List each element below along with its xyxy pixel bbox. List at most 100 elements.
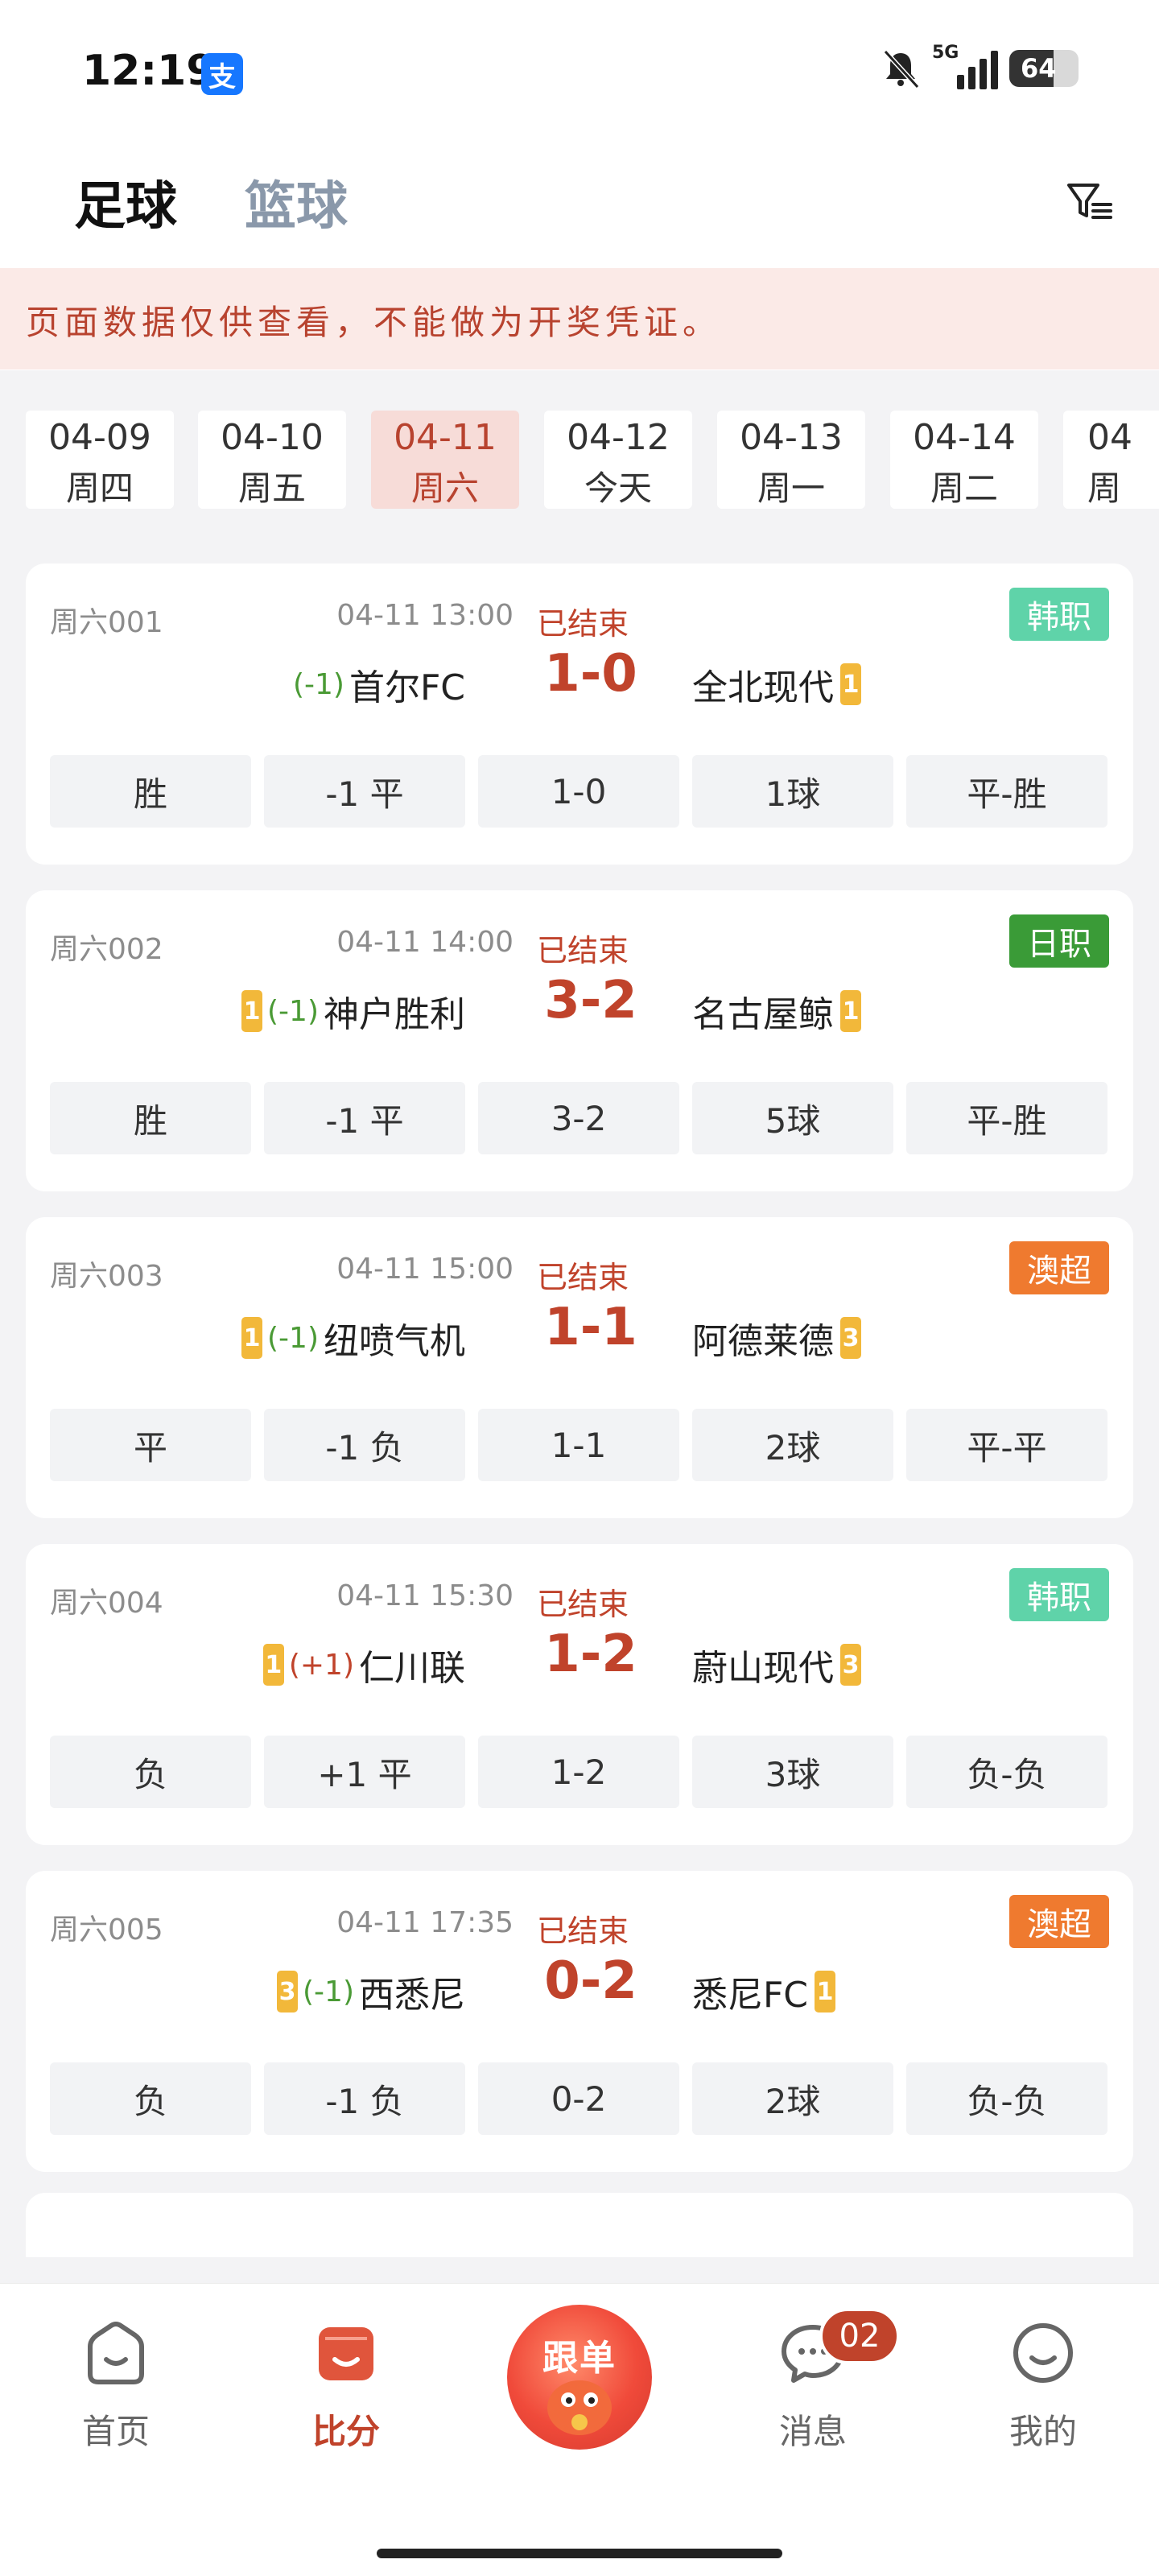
match-time: 04-11 15:00 [336, 1253, 514, 1286]
result-handicap: -1 平 [264, 755, 465, 828]
away-team-name: 阿德莱德 [692, 1321, 834, 1362]
home-team: 1 (+1) 仁川联 [262, 1639, 465, 1690]
away-team-name: 蔚山现代 [692, 1648, 834, 1689]
match-status: 已结束 [537, 933, 629, 968]
network-type: 5G [932, 43, 959, 63]
away-rank-badge: 1 [840, 990, 861, 1032]
home-team: 1 (-1) 纽喷气机 [241, 1312, 465, 1364]
home-rank-badge: 1 [262, 1644, 284, 1686]
weekday-label: 周五 [237, 469, 306, 508]
result-half-full: 负-负 [906, 2062, 1107, 2135]
result-total-goals: 5球 [692, 1082, 893, 1154]
away-rank-badge: 1 [815, 1971, 836, 2013]
home-icon [88, 2322, 144, 2384]
match-code: 周六004 [50, 1587, 163, 1620]
date-tab-0409[interactable]: 04-09 周四 [26, 411, 174, 509]
home-indicator[interactable] [377, 2549, 782, 2558]
tab-football[interactable]: 足球 [74, 165, 177, 239]
league-badge: 澳超 [1009, 1895, 1109, 1948]
home-rank-badge: 1 [241, 1317, 263, 1359]
match-card[interactable]: 周六005 04-11 17:35 已结束 澳超 3 (-1) 西悉尼 0-2 … [26, 1871, 1133, 2172]
home-team-name: 首尔FC [349, 667, 465, 708]
bottom-nav: 首页 比分 跟单 消息 02 我的 [0, 2283, 1159, 2576]
away-team: 阿德莱德 3 [692, 1312, 861, 1364]
match-card[interactable]: 周六003 04-11 15:00 已结束 澳超 1 (-1) 纽喷气机 1-1… [26, 1217, 1133, 1518]
date-tab-0414[interactable]: 04-14 周二 [890, 411, 1038, 509]
result-cells: 胜 -1 平 3-2 5球 平-胜 [50, 1082, 1107, 1154]
date-tab-0410[interactable]: 04-10 周五 [198, 411, 346, 509]
result-cells: 负 -1 负 0-2 2球 负-负 [50, 2062, 1107, 2135]
silent-bell-icon [883, 49, 920, 89]
date-selector: 04-09 周四 04-10 周五 04-11 周六 04-12 今天 04-1… [0, 402, 1159, 515]
result-handicap: -1 负 [264, 2062, 465, 2135]
nav-home[interactable]: 首页 [35, 2316, 196, 2454]
date-label: 04-12 [567, 417, 670, 458]
league-badge: 韩职 [1009, 588, 1109, 641]
match-score: 3-2 [544, 971, 637, 1030]
league-badge: 澳超 [1009, 1241, 1109, 1294]
away-team: 全北现代 1 [692, 658, 861, 710]
date-label: 04-13 [740, 417, 843, 458]
match-code: 周六005 [50, 1913, 163, 1946]
handicap: (-1) [303, 1975, 354, 2008]
away-team-name: 名古屋鲸 [692, 994, 834, 1035]
match-status: 已结束 [537, 606, 629, 642]
match-card[interactable]: 周六004 04-11 15:30 已结束 韩职 1 (+1) 仁川联 1-2 … [26, 1544, 1133, 1845]
nav-score[interactable]: 比分 [266, 2316, 427, 2454]
away-team-name: 悉尼FC [692, 1975, 809, 2016]
status-time: 12:19 [82, 47, 216, 95]
date-label: 04-14 [913, 417, 1016, 458]
home-team-name: 神户胜利 [324, 994, 465, 1035]
weekday-label: 周二 [930, 469, 998, 508]
tab-basketball[interactable]: 篮球 [245, 165, 348, 239]
away-team: 名古屋鲸 1 [692, 985, 861, 1037]
sport-tabs: 足球 篮球 [74, 165, 348, 239]
date-tab-0412[interactable]: 04-12 今天 [544, 411, 692, 509]
result-total-goals: 3球 [692, 1736, 893, 1808]
match-card[interactable]: 周六001 04-11 13:00 已结束 韩职 (-1) 首尔FC 1-0 全… [26, 564, 1133, 865]
result-score: 1-0 [478, 755, 679, 828]
alipay-icon: 支 [201, 53, 243, 95]
home-team-name: 西悉尼 [359, 1975, 465, 2016]
result-handicap: +1 平 [264, 1736, 465, 1808]
score-icon [319, 2327, 373, 2380]
handicap: (+1) [288, 1648, 354, 1682]
away-team-name: 全北现代 [692, 667, 834, 708]
profile-icon [1013, 2323, 1073, 2383]
follow-button[interactable]: 跟单 [507, 2305, 652, 2450]
result-handicap: -1 平 [264, 1082, 465, 1154]
date-tab-0411[interactable]: 04-11 周六 [371, 411, 519, 509]
status-indicators: 5G 64 [877, 43, 1079, 92]
result-win-draw-lose: 胜 [50, 1082, 251, 1154]
weekday-label: 周一 [757, 469, 825, 508]
home-rank-badge: 3 [277, 1971, 299, 2013]
match-card[interactable]: 周六002 04-11 14:00 已结束 日职 1 (-1) 神户胜利 3-2… [26, 890, 1133, 1191]
weekday-label: 周 [1087, 469, 1122, 508]
match-time: 04-11 15:30 [336, 1579, 514, 1612]
home-team-name: 纽喷气机 [324, 1321, 465, 1362]
home-team: 3 (-1) 西悉尼 [277, 1966, 465, 2017]
match-time: 04-11 13:00 [336, 599, 514, 632]
league-badge: 韩职 [1009, 1568, 1109, 1621]
result-cells: 胜 -1 平 1-0 1球 平-胜 [50, 755, 1107, 828]
home-rank-badge: 1 [241, 990, 263, 1032]
result-score: 3-2 [478, 1082, 679, 1154]
date-label: 04-09 [48, 417, 151, 458]
nav-score-label: 比分 [311, 2412, 380, 2451]
filter-icon[interactable] [1064, 175, 1116, 227]
home-team-name: 仁川联 [359, 1648, 465, 1689]
date-tab-partial[interactable]: 04 周 [1063, 411, 1159, 509]
match-code: 周六003 [50, 1260, 163, 1293]
league-badge: 日职 [1009, 914, 1109, 968]
match-status: 已结束 [537, 1587, 629, 1622]
notice-text: 页面数据仅供查看，不能做为开奖凭证。 [26, 303, 722, 342]
date-tab-0413[interactable]: 04-13 周一 [717, 411, 865, 509]
nav-mine[interactable]: 我的 [963, 2316, 1124, 2454]
weekday-label: 周四 [65, 469, 134, 508]
result-half-full: 平-胜 [906, 1082, 1107, 1154]
away-rank-badge: 3 [840, 1317, 861, 1359]
handicap: (-1) [292, 667, 344, 701]
match-score: 1-2 [544, 1624, 637, 1684]
away-rank-badge: 1 [840, 663, 861, 705]
match-card-partial[interactable] [26, 2193, 1133, 2257]
